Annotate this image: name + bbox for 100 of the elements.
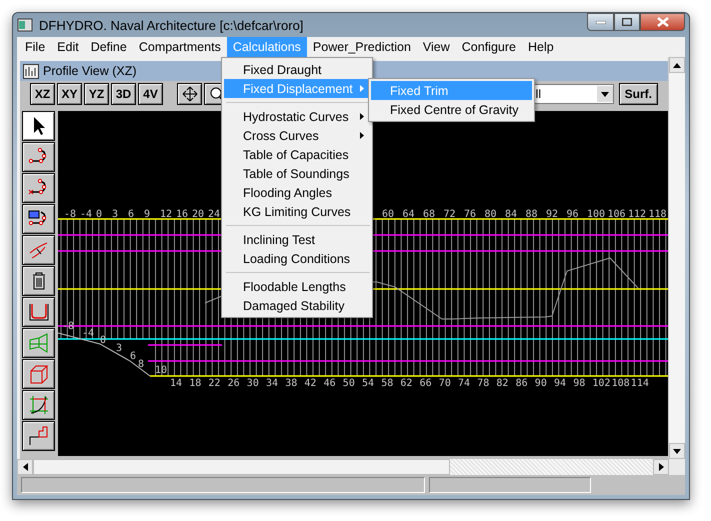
- station-label: 42: [304, 378, 316, 389]
- station-label: 18: [189, 378, 202, 389]
- menu-entry[interactable]: Floodable Lengths: [224, 277, 370, 296]
- station-label: 102: [592, 378, 610, 389]
- station-label: 84: [505, 209, 518, 220]
- station-label: 16: [176, 209, 188, 220]
- menu-entry[interactable]: Table of Capacities: [224, 145, 370, 164]
- view-button[interactable]: XZ: [30, 83, 55, 105]
- menu-entry[interactable]: Table of Soundings: [224, 164, 370, 183]
- station-label: 66: [420, 378, 432, 389]
- station-label: 62: [400, 378, 412, 389]
- station-label: 30: [246, 378, 259, 389]
- scroll-down-icon: [673, 448, 681, 454]
- tool-button[interactable]: [22, 421, 55, 451]
- vertical-scrollbar[interactable]: [668, 57, 685, 459]
- menu-entry[interactable]: Cross Curves: [224, 126, 370, 145]
- menu-item[interactable]: Compartments: [132, 37, 227, 57]
- station-label: 58: [381, 378, 394, 389]
- close-button[interactable]: [640, 13, 685, 31]
- app-icon: [17, 18, 33, 32]
- scroll-down-icon: [600, 92, 609, 96]
- scroll-left-icon: [22, 463, 28, 471]
- station-label: 9: [144, 209, 150, 220]
- station-label: 114: [630, 378, 649, 389]
- tool-button[interactable]: [22, 235, 55, 265]
- station-label: 34: [266, 378, 278, 389]
- surf-button[interactable]: Surf.: [618, 83, 658, 105]
- view-button[interactable]: XY: [57, 83, 82, 105]
- tool-button[interactable]: [22, 297, 55, 327]
- move-icon: [182, 86, 198, 102]
- station-label: 14: [170, 378, 182, 389]
- station-label: 38: [285, 378, 298, 389]
- station-label: 24: [208, 209, 220, 220]
- tool-button[interactable]: [22, 266, 55, 296]
- chart-icon: [23, 64, 39, 78]
- menu-entry[interactable]: KG Limiting Curves: [224, 202, 370, 221]
- tool-button[interactable]: [22, 328, 55, 358]
- menu-item[interactable]: Define: [84, 37, 133, 57]
- scroll-up-icon: [673, 62, 681, 68]
- maximize-button[interactable]: [614, 13, 640, 31]
- menu-item[interactable]: Power_Prediction: [306, 37, 417, 57]
- section-label: 8: [138, 359, 144, 370]
- station-label: 22: [208, 378, 220, 389]
- station-label: 72: [444, 209, 456, 220]
- menu-entry[interactable]: Loading Conditions: [224, 249, 370, 268]
- station-label: 26: [228, 378, 240, 389]
- section-label: 3: [116, 343, 122, 354]
- station-label: 118: [648, 209, 667, 220]
- view-button[interactable]: YZ: [84, 83, 109, 105]
- child-window-title: Profile View (XZ): [43, 64, 137, 78]
- menu-entry[interactable]: Inclining Test: [224, 230, 370, 249]
- menu-entry[interactable]: Flooding Angles: [224, 183, 370, 202]
- station-label: 78: [477, 378, 490, 389]
- station-label: 54: [362, 378, 374, 389]
- menu-item[interactable]: Edit: [51, 37, 85, 57]
- menu-item[interactable]: File: [19, 37, 52, 57]
- tool-button[interactable]: [22, 111, 55, 141]
- frame-icon: [26, 332, 50, 354]
- station-label: 68: [423, 209, 436, 220]
- menu-entry[interactable]: Fixed Centre of Gravity: [371, 100, 532, 119]
- tool-button[interactable]: [22, 359, 55, 389]
- station-label: 64: [402, 209, 415, 220]
- station-label: 50: [342, 378, 355, 389]
- station-label: 46: [324, 378, 336, 389]
- station-label: 6: [128, 209, 134, 220]
- tool-button[interactable]: [22, 173, 55, 203]
- view-button[interactable]: 3D: [111, 83, 136, 105]
- station-label: 12: [160, 209, 172, 220]
- section-icon: [26, 301, 50, 323]
- horizontal-scrollbar[interactable]: [17, 459, 685, 475]
- menu-item[interactable]: Help: [522, 37, 560, 57]
- window-title: DFHYDRO. Naval Architecture [c:\defcar\roro]: [39, 18, 304, 32]
- station-label: 20: [192, 209, 204, 220]
- menu-entry[interactable]: Fixed Draught: [224, 60, 370, 79]
- view-button[interactable]: 4V: [138, 83, 163, 105]
- station-label: -4: [80, 209, 92, 220]
- menu-entry[interactable]: Damaged Stability: [224, 296, 370, 315]
- tool-button[interactable]: [22, 390, 55, 420]
- station-label: 74: [458, 378, 470, 389]
- station-label: 96: [566, 209, 579, 220]
- station-label: 70: [438, 378, 451, 389]
- menu-item[interactable]: Configure: [456, 37, 522, 57]
- tool-button[interactable]: [22, 142, 55, 172]
- maximize-icon: [622, 18, 632, 26]
- station-label: 90: [534, 378, 547, 389]
- step-profile-icon: [26, 425, 50, 447]
- minimize-button[interactable]: [587, 13, 614, 31]
- station-label: 100: [587, 209, 606, 220]
- station-label: 98: [573, 378, 586, 389]
- section-label: 6: [130, 351, 136, 362]
- menu-entry[interactable]: Hydrostatic Curves: [224, 107, 370, 126]
- minimize-icon: [596, 20, 606, 24]
- pan-button[interactable]: [177, 83, 202, 105]
- station-label: 3: [112, 209, 118, 220]
- scroll-right-icon: [658, 463, 664, 471]
- station-label: 76: [464, 209, 476, 220]
- tool-button[interactable]: [22, 204, 55, 234]
- station-label: 0: [96, 209, 102, 220]
- menu-item[interactable]: View: [416, 37, 456, 57]
- station-label: 112: [628, 209, 646, 220]
